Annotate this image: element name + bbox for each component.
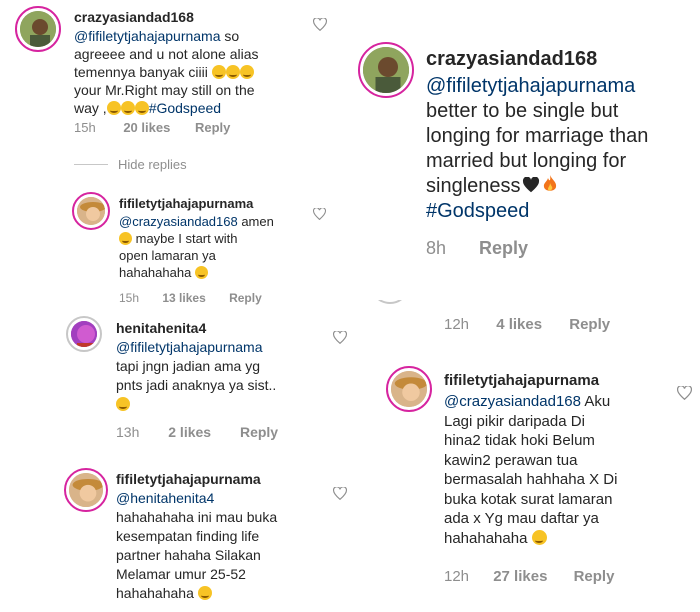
- comment-text: @fifiletytjahajapurnama tapi jngn jadian…: [116, 338, 336, 414]
- reply-meta: 12h 27 likes Reply: [444, 568, 614, 585]
- avatar-photo: [363, 47, 409, 93]
- smile-emoji-icon: [194, 265, 208, 279]
- comment-meta: 15h 20 likes Reply: [74, 120, 230, 135]
- avatar[interactable]: [64, 468, 108, 512]
- reply-button[interactable]: Reply: [195, 120, 230, 135]
- avatar-photo: [71, 321, 97, 347]
- reply-username[interactable]: fifiletytjahajapurnama: [119, 196, 253, 211]
- hashtag-link[interactable]: #Godspeed: [426, 199, 696, 224]
- hug-emoji-icon: [134, 101, 149, 116]
- like-heart-icon[interactable]: [313, 208, 326, 220]
- comment-text: @fifiletytjahajapurnama better to be sin…: [426, 74, 696, 224]
- reply-time: 15h: [119, 291, 140, 305]
- reply-button[interactable]: Reply: [479, 238, 528, 259]
- hug-emoji-icon: [106, 101, 121, 116]
- reply-meta: 15h 13 likes Reply: [119, 291, 262, 305]
- mention-link[interactable]: @fifiletytjahajapurnama: [116, 338, 336, 357]
- hug-emoji-icon: [119, 231, 132, 245]
- comment-panel-middle-right: 12h 4 likes Reply: [360, 300, 700, 352]
- avatar[interactable]: [358, 42, 414, 98]
- like-heart-icon[interactable]: [333, 487, 347, 500]
- grin-emoji-icon: [239, 65, 254, 80]
- hashtag-link[interactable]: #Godspeed: [149, 100, 221, 116]
- avatar[interactable]: [72, 192, 110, 230]
- reply-text: @henitahenita4 hahahahaha ini mau buka k…: [116, 489, 346, 603]
- comment-time: 12h: [444, 316, 470, 333]
- mention-link[interactable]: @crazyasiandad168: [119, 214, 238, 229]
- comment-panel-bottom-right: fifiletytjahajapurnama @crazyasiandad168…: [372, 352, 700, 612]
- mention-link[interactable]: @fifiletytjahajapurnama: [74, 28, 221, 44]
- comment-text: @fifiletytjahajapurnama so agreeee and u…: [74, 28, 259, 116]
- likes-count[interactable]: 4 likes: [496, 316, 542, 333]
- like-heart-icon[interactable]: [333, 331, 347, 344]
- reply-text: @crazyasiandad168 Aku Lagi pikir daripad…: [444, 393, 618, 547]
- comment-panel-top-left: crazyasiandad168 @fifiletytjahajapurnama…: [0, 0, 352, 312]
- avatar-photo: [69, 473, 103, 507]
- likes-count[interactable]: 27 likes: [493, 568, 547, 585]
- likes-count[interactable]: 2 likes: [168, 424, 211, 440]
- mention-link[interactable]: @fifiletytjahajapurnama: [426, 74, 696, 99]
- fire-icon: [543, 175, 556, 191]
- avatar-photo: [391, 371, 427, 407]
- reply-time: 12h: [444, 568, 470, 585]
- mention-link[interactable]: @crazyasiandad168: [444, 393, 581, 410]
- like-heart-icon[interactable]: [313, 18, 327, 31]
- smile-emoji-icon: [197, 586, 212, 601]
- avatar[interactable]: [66, 316, 102, 352]
- like-heart-icon[interactable]: [677, 386, 692, 400]
- grin-emoji-icon: [225, 65, 240, 80]
- comment-panel-bottom-left: fifiletytjahajapurnama @henitahenita4 ha…: [0, 452, 372, 612]
- comment-meta: 13h 2 likes Reply: [116, 424, 278, 440]
- grin-emoji-icon: [116, 397, 130, 412]
- reply-text: @crazyasiandad168 amen maybe I start wit…: [119, 214, 274, 280]
- likes-count[interactable]: 13 likes: [162, 291, 205, 305]
- reply-username[interactable]: fifiletytjahajapurnama: [116, 471, 261, 487]
- avatar[interactable]: [15, 6, 61, 52]
- comment-username[interactable]: henitahenita4: [116, 320, 206, 336]
- avatar-photo: [77, 197, 105, 225]
- reply-button[interactable]: Reply: [569, 316, 610, 333]
- comment-time: 13h: [116, 424, 140, 440]
- comment-panel-middle-left: henitahenita4 @fifiletytjahajapurnama ta…: [0, 312, 360, 452]
- reply-username[interactable]: fifiletytjahajapurnama: [444, 372, 599, 389]
- reply-button[interactable]: Reply: [229, 291, 262, 305]
- comment-time: 15h: [74, 120, 96, 135]
- avatar[interactable]: [386, 366, 432, 412]
- comment-username[interactable]: crazyasiandad168: [74, 9, 194, 25]
- comment-meta: 12h 4 likes Reply: [444, 316, 610, 333]
- cut-off-avatar: [370, 300, 410, 304]
- comment-username[interactable]: crazyasiandad168: [426, 48, 597, 71]
- reply-button[interactable]: Reply: [574, 568, 615, 585]
- hug-emoji-icon: [120, 101, 135, 116]
- hide-replies-button[interactable]: Hide replies: [118, 157, 187, 172]
- avatar-photo: [20, 11, 56, 47]
- grin-emoji-icon: [211, 65, 226, 80]
- comment-time: 8h: [426, 238, 447, 258]
- black-heart-icon: [522, 176, 539, 193]
- comment-meta: 8h Reply: [426, 238, 528, 259]
- likes-count[interactable]: 20 likes: [123, 120, 170, 135]
- comment-panel-top-right: crazyasiandad168 @fifiletytjahajapurnama…: [352, 0, 700, 300]
- mention-link[interactable]: @henitahenita4: [116, 489, 346, 508]
- smile-emoji-icon: [531, 529, 547, 545]
- replies-divider: [74, 164, 108, 165]
- reply-button[interactable]: Reply: [240, 424, 278, 440]
